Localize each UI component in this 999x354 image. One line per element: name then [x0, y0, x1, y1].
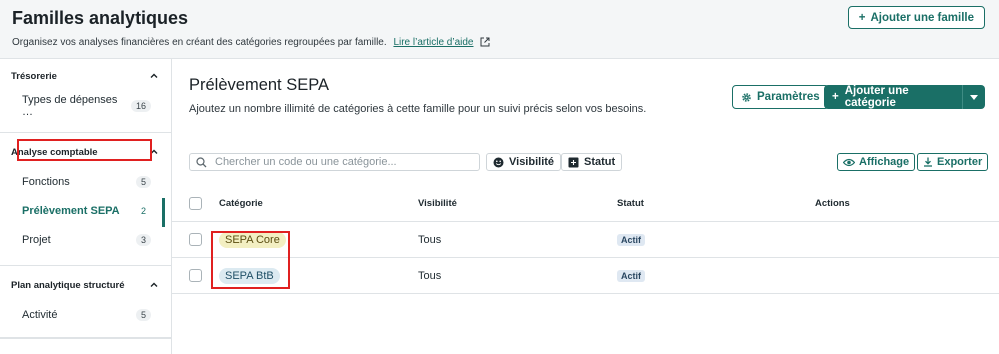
status-badge: Actif	[617, 269, 645, 282]
sidebar-group-analyse-comptable: Analyse comptable Fonctions 5 Prélèvemen…	[0, 133, 171, 266]
visibility-value: Tous	[418, 233, 442, 246]
sidebar-item-label: Prélèvement SEPA	[22, 204, 120, 217]
sidebar-divider	[0, 338, 172, 339]
row-check-cell	[189, 222, 202, 257]
export-label: Exporter	[937, 156, 983, 168]
search-icon	[196, 156, 207, 167]
sidebar-item-label: Projet	[22, 233, 51, 246]
row-check-cell	[189, 258, 202, 293]
count-badge: 3	[135, 233, 151, 246]
sidebar-group-plan-analytique: Plan analytique structuré Activité 5	[0, 266, 171, 338]
settings-label: Paramètres	[757, 91, 820, 103]
help-article-link[interactable]: Lire l’article d’aide	[393, 37, 473, 48]
page-subtitle: Organisez vos analyses financières en cr…	[12, 37, 490, 50]
sidebar-item-label: Types de dépenses …	[22, 93, 118, 118]
export-button[interactable]: Exporter	[917, 153, 989, 171]
external-link-icon[interactable]	[480, 37, 490, 50]
status-cell: Actif	[617, 258, 645, 293]
sidebar-group-title: Plan analytique structuré	[11, 279, 125, 291]
category-tag[interactable]: SEPA BtB	[219, 267, 280, 284]
sidebar-item-activite[interactable]: Activité 5	[0, 300, 171, 329]
sidebar-group-header[interactable]: Trésorerie	[0, 59, 171, 93]
status-badge: Actif	[617, 233, 645, 246]
download-icon	[924, 157, 932, 167]
column-header-actions: Actions	[815, 198, 850, 209]
add-family-button[interactable]: + Ajouter une famille	[847, 6, 985, 29]
chevron-up-icon	[150, 282, 158, 287]
add-category-button[interactable]: + Ajouter une catégorie	[824, 85, 963, 109]
display-label: Affichage	[859, 156, 910, 168]
category-cell: SEPA Core	[219, 222, 286, 257]
count-badge: 5	[135, 308, 151, 321]
main-panel: Prélèvement SEPA Ajoutez un nombre illim…	[172, 59, 999, 354]
table-header-row: Catégorie Visibilité Statut Actions	[172, 186, 999, 222]
eye-icon	[843, 158, 855, 166]
section-title: Prélèvement SEPA	[189, 76, 330, 94]
page-header: Familles analytiques Organisez vos analy…	[0, 0, 999, 59]
visibility-filter-button[interactable]: Visibilité	[486, 153, 562, 171]
status-cell: Actif	[617, 222, 645, 257]
visibility-cell: Tous	[418, 258, 441, 293]
sidebar-item-label: Fonctions	[22, 175, 70, 188]
caret-down-icon	[969, 94, 978, 100]
status-filter-button[interactable]: Statut	[561, 153, 623, 171]
column-header-status[interactable]: Statut	[617, 186, 644, 221]
sidebar-group-title: Trésorerie	[11, 70, 57, 82]
table-row[interactable]: SEPA BtB Tous Actif	[172, 258, 999, 294]
add-category-label: Ajouter une catégorie	[844, 85, 909, 109]
sidebar: Trésorerie Types de dépenses … 16 Analys…	[0, 59, 172, 354]
count-badge: 5	[135, 175, 151, 188]
sidebar-group-tresorerie: Trésorerie Types de dépenses … 16	[0, 59, 171, 133]
smiley-icon	[493, 157, 504, 167]
settings-button[interactable]: Paramètres	[732, 85, 829, 109]
count-badge: 16	[130, 99, 151, 112]
display-button[interactable]: Affichage	[837, 153, 916, 171]
chevron-up-icon	[150, 149, 158, 154]
page-subtitle-text: Organisez vos analyses financières en cr…	[12, 37, 387, 48]
sidebar-item-prelevement-sepa[interactable]: Prélèvement SEPA 2	[0, 196, 171, 227]
add-category-split-button: + Ajouter une catégorie	[824, 85, 985, 109]
table-row[interactable]: SEPA Core Tous Actif	[172, 222, 999, 258]
add-family-label: Ajouter une famille	[870, 11, 974, 24]
header-check-cell	[189, 186, 202, 221]
visibility-value: Tous	[418, 269, 442, 282]
plus-icon: +	[832, 91, 839, 103]
select-all-checkbox[interactable]	[189, 197, 202, 210]
sidebar-group-title: Analyse comptable	[11, 146, 98, 158]
categories-table: Catégorie Visibilité Statut Actions SEPA…	[172, 186, 999, 294]
sidebar-item-label: Activité	[22, 308, 58, 321]
count-badge: 2	[140, 205, 146, 216]
search-placeholder: Chercher un code ou une catégorie...	[215, 156, 397, 168]
status-filter-label: Statut	[584, 156, 616, 168]
plus-icon: +	[858, 11, 866, 24]
sidebar-group-header[interactable]: Analyse comptable	[0, 133, 171, 167]
visibility-cell: Tous	[418, 222, 441, 257]
visibility-filter-label: Visibilité	[509, 156, 555, 168]
sidebar-item-types-depenses[interactable]: Types de dépenses … 16	[0, 91, 171, 120]
gear-icon	[742, 92, 751, 102]
add-category-dropdown[interactable]	[963, 85, 985, 109]
category-cell: SEPA BtB	[219, 258, 280, 293]
archive-icon	[568, 157, 579, 167]
category-tag[interactable]: SEPA Core	[219, 231, 286, 248]
row-checkbox[interactable]	[189, 233, 202, 246]
search-input[interactable]: Chercher un code ou une catégorie...	[189, 153, 480, 171]
column-header-category[interactable]: Catégorie	[219, 186, 263, 221]
sidebar-group-header[interactable]: Plan analytique structuré	[0, 266, 171, 300]
chevron-up-icon	[150, 73, 158, 78]
page-title: Familles analytiques	[12, 8, 189, 28]
sidebar-item-fonctions[interactable]: Fonctions 5	[0, 167, 171, 196]
sidebar-item-projet[interactable]: Projet 3	[0, 225, 171, 254]
section-subtitle: Ajoutez un nombre illimité de catégories…	[189, 103, 647, 115]
row-checkbox[interactable]	[189, 269, 202, 282]
column-header-visibility[interactable]: Visibilité	[418, 186, 457, 221]
